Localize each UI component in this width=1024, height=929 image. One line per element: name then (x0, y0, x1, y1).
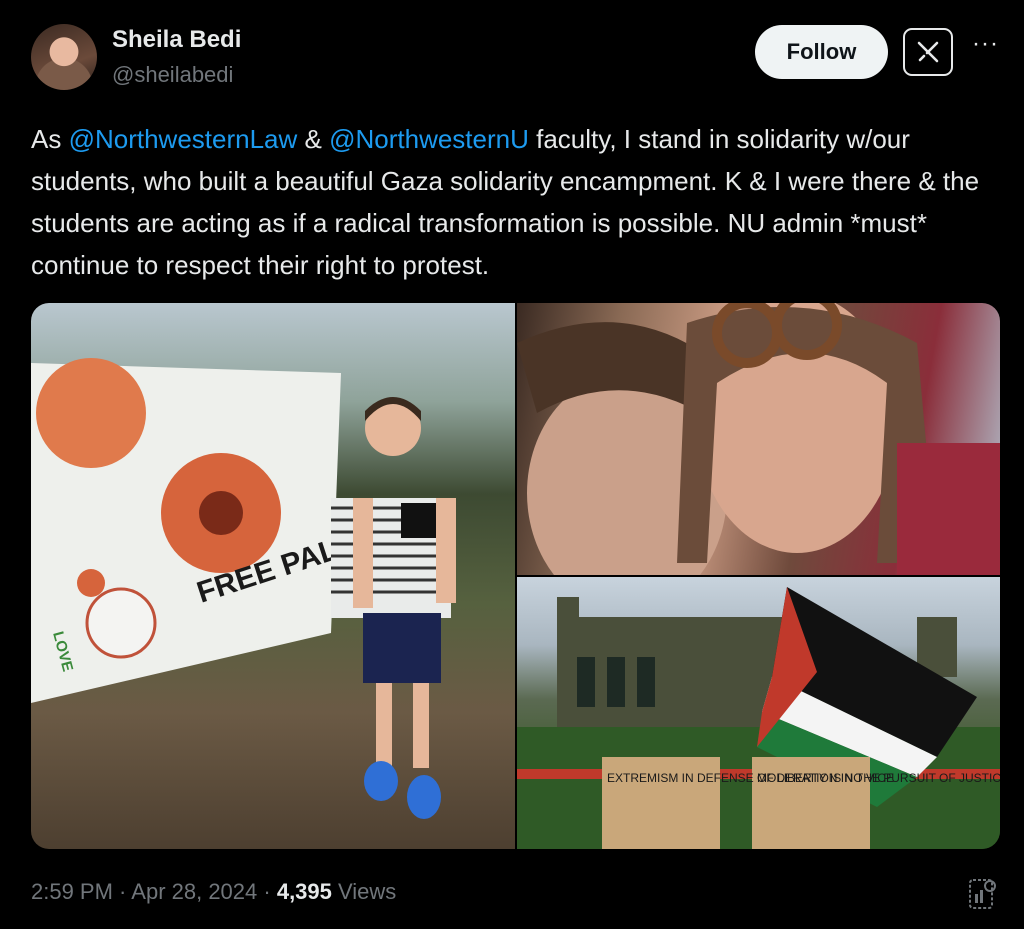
selfie-scene (517, 303, 1000, 575)
tweet-text-part: As (31, 124, 69, 154)
tweet-meta: 2:59 PM · Apr 28, 2024 · 4,395 Views (31, 879, 396, 905)
avatar[interactable] (31, 24, 97, 90)
author-handle[interactable]: @sheilabedi (112, 62, 233, 88)
photo-selfie[interactable] (517, 303, 1000, 575)
photo-encampment[interactable]: EXTREMISM IN DEFENSE OF LIBERTY IS NO VI… (517, 577, 1000, 849)
encampment-scene: EXTREMISM IN DEFENSE OF LIBERTY IS NO VI… (517, 587, 1000, 849)
media-grid: FREE PALESTINE LOVE EXTREMISM IN DEFENSE… (31, 303, 1000, 849)
tweet-time[interactable]: 2:59 PM (31, 879, 113, 904)
tweet-text-part: & (297, 124, 330, 154)
more-icon[interactable]: ··· (972, 30, 999, 58)
views-count: 4,395 (276, 879, 332, 904)
grok-glyph-icon (917, 41, 939, 63)
analytics-icon[interactable] (968, 876, 998, 912)
follow-button[interactable]: Follow (755, 25, 888, 79)
meta-separator: · (257, 879, 277, 904)
sign-text: MODERATION IN THE PURSUIT OF JUSTICE IS … (757, 771, 1000, 785)
mention-northwesternlaw[interactable]: @NorthwesternLaw (69, 124, 298, 154)
meta-separator: · (112, 879, 132, 904)
banner-scene: FREE PALESTINE LOVE (31, 358, 456, 819)
tweet-date[interactable]: Apr 28, 2024 (131, 879, 257, 904)
tweet-text: As @NorthwesternLaw & @NorthwesternU fac… (31, 118, 991, 286)
photo-banner[interactable]: FREE PALESTINE LOVE (31, 303, 515, 849)
author-name[interactable]: Sheila Bedi (112, 26, 241, 54)
mention-northwesternu[interactable]: @NorthwesternU (329, 124, 529, 154)
views-label: Views (331, 879, 397, 904)
analytics-glyph-icon (969, 879, 996, 909)
grok-icon[interactable] (903, 28, 953, 76)
